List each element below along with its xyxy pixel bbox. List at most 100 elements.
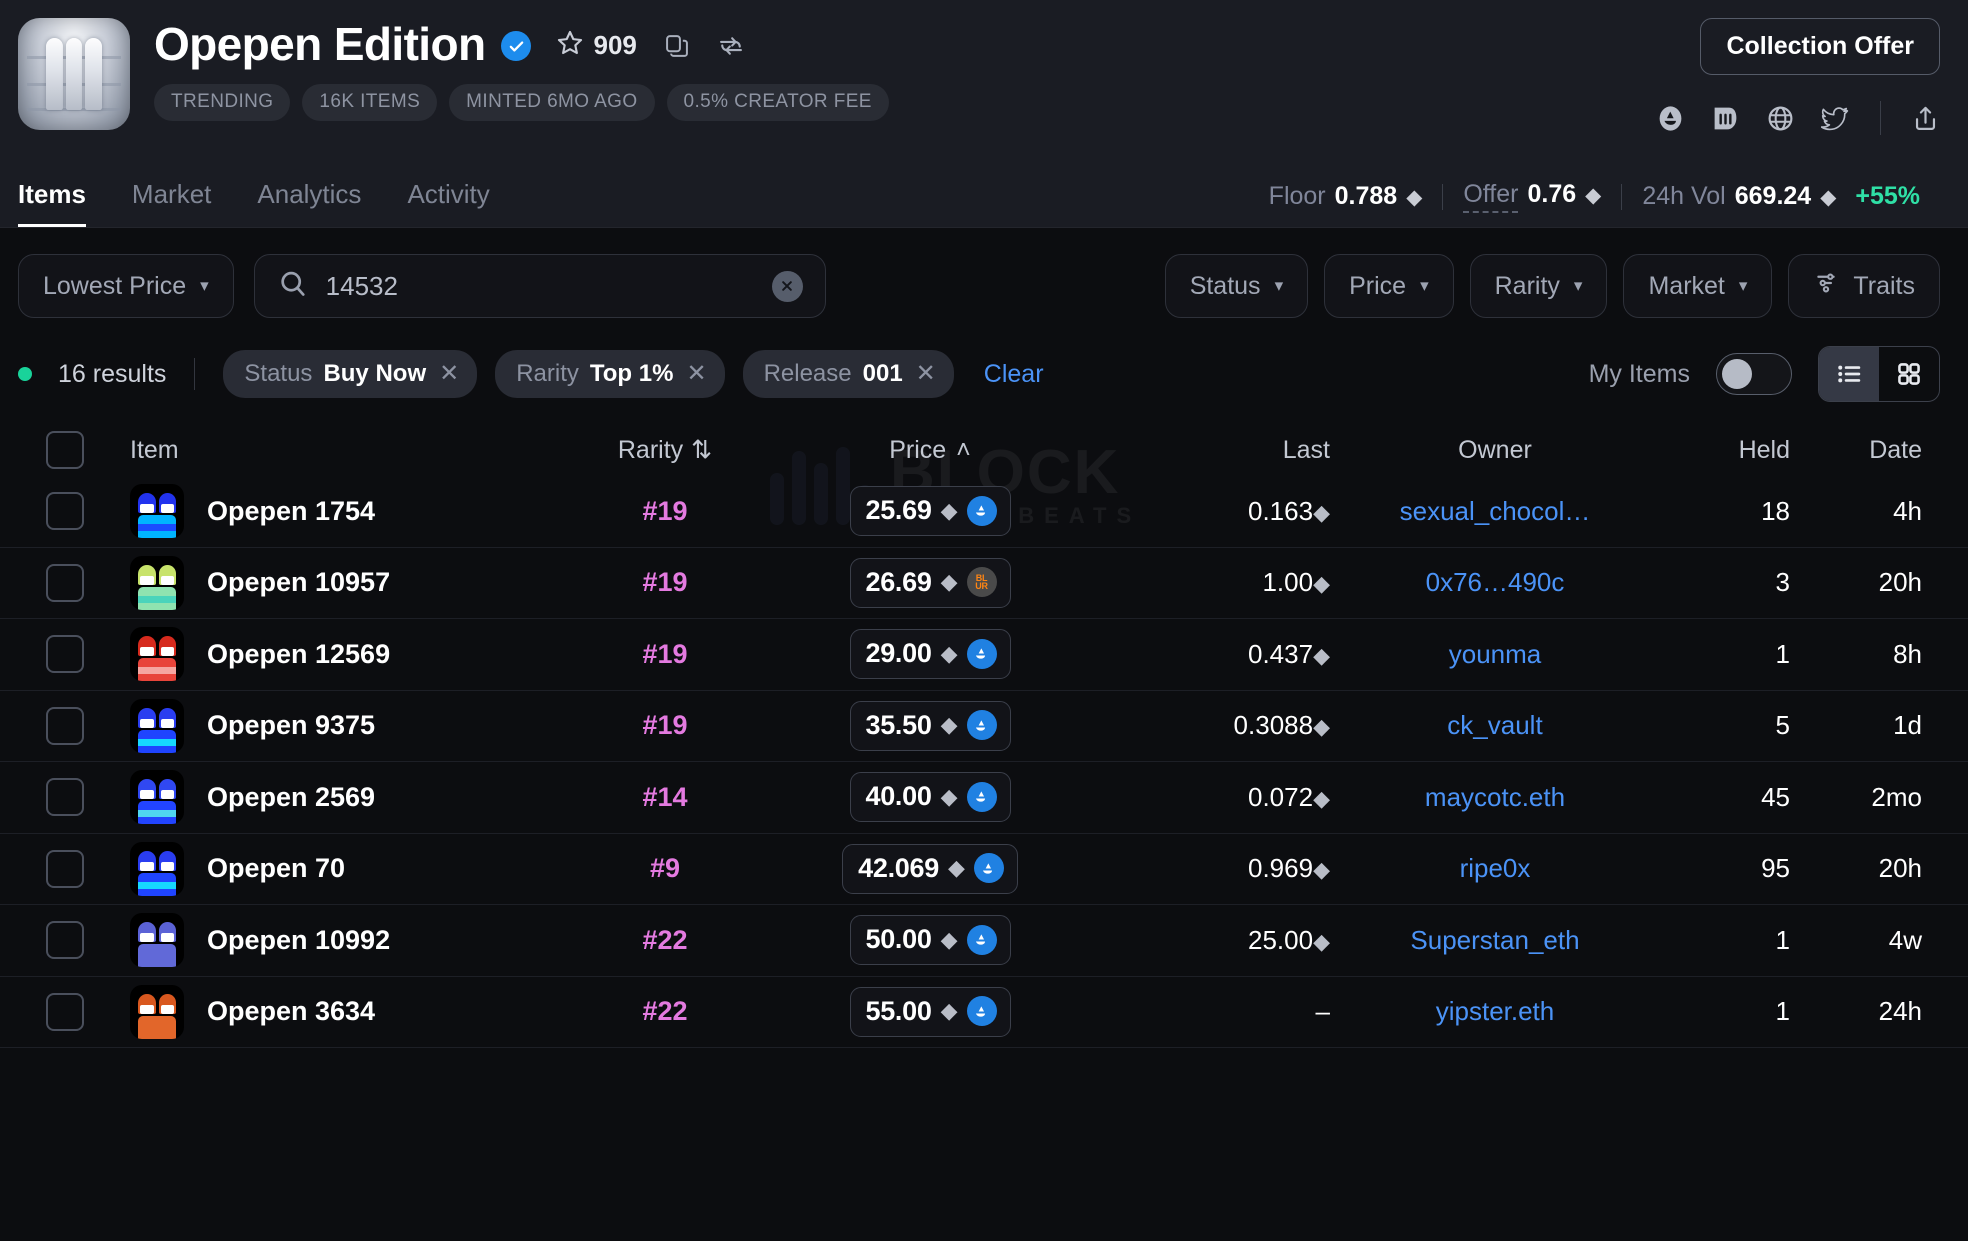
price-box[interactable]: 55.00 ◆ (849, 986, 1011, 1037)
grid-view-button[interactable] (1879, 347, 1939, 401)
price-cell[interactable]: 29.00 ◆ (780, 629, 1080, 680)
share-icon[interactable] (1911, 104, 1940, 133)
row-checkbox[interactable] (46, 921, 84, 960)
chip-status[interactable]: Status Buy Now ✕ (223, 350, 478, 398)
price-box[interactable]: 29.00 ◆ (849, 629, 1011, 680)
filter-rarity-dropdown[interactable]: Rarity ▾ (1469, 254, 1608, 318)
filter-status-dropdown[interactable]: Status ▾ (1164, 254, 1309, 318)
owner-cell[interactable]: younma (1330, 639, 1660, 670)
row-checkbox[interactable] (46, 563, 84, 602)
owner-cell[interactable]: sexual_chocol… (1330, 496, 1660, 527)
sort-dropdown[interactable]: Lowest Price ▾ (18, 254, 234, 318)
table-row[interactable]: Opepen 12569 #19 29.00 ◆ 0.437◆ younma 1… (0, 619, 1968, 691)
item-cell[interactable]: Opepen 3634 (130, 984, 550, 1039)
item-cell[interactable]: Opepen 12569 (130, 627, 550, 682)
price-box[interactable]: 50.00 ◆ (849, 915, 1011, 966)
price-cell[interactable]: 55.00 ◆ (780, 986, 1080, 1037)
tab-items[interactable]: Items (18, 179, 86, 227)
price-cell[interactable]: 40.00 ◆ (780, 772, 1080, 823)
search-box[interactable] (253, 254, 826, 318)
page-title: Opepen Edition (154, 18, 486, 70)
collection-stats: Floor 0.788 ◆ Offer 0.76 ◆ 24h Vol 669.2… (1249, 180, 1940, 227)
filter-market-dropdown[interactable]: Market ▾ (1623, 254, 1773, 318)
select-all-cell (0, 431, 130, 469)
row-checkbox[interactable] (46, 492, 84, 531)
stat-offer[interactable]: Offer 0.76 ◆ (1443, 180, 1621, 213)
opensea-icon[interactable] (1656, 104, 1685, 133)
item-cell[interactable]: Opepen 2569 (130, 770, 550, 825)
globe-icon[interactable] (1766, 104, 1795, 133)
price-box[interactable]: 40.00 ◆ (849, 772, 1011, 823)
price-value: 26.69 (865, 566, 932, 597)
column-header-held[interactable]: Held (1660, 436, 1790, 465)
tab-activity[interactable]: Activity (407, 179, 489, 227)
chip-status-value: Buy Now (323, 359, 427, 387)
item-name: Opepen 10992 (207, 924, 391, 955)
price-cell[interactable]: 50.00 ◆ (780, 915, 1080, 966)
price-box[interactable]: 26.69 ◆ BL UR (849, 557, 1011, 608)
price-cell[interactable]: 35.50 ◆ (780, 700, 1080, 751)
column-header-last[interactable]: Last (1080, 436, 1330, 465)
row-checkbox[interactable] (46, 992, 84, 1031)
owner-cell[interactable]: ck_vault (1330, 710, 1660, 741)
item-cell[interactable]: Opepen 9375 (130, 698, 550, 753)
copy-icon[interactable] (663, 32, 691, 60)
price-cell[interactable]: 26.69 ◆ BL UR (780, 557, 1080, 608)
traits-button[interactable]: Traits (1788, 254, 1940, 318)
owner-cell[interactable]: ripe0x (1330, 853, 1660, 884)
item-cell[interactable]: Opepen 10992 (130, 913, 550, 968)
close-icon[interactable]: ✕ (686, 359, 706, 388)
opensea-market-icon (966, 638, 997, 669)
table-row[interactable]: Opepen 1754 #19 25.69 ◆ 0.163◆ sexual_ch… (0, 476, 1968, 548)
list-view-button[interactable] (1819, 347, 1879, 401)
close-icon[interactable]: ✕ (916, 359, 936, 388)
table-row[interactable]: Opepen 2569 #14 40.00 ◆ 0.072◆ maycotc.e… (0, 762, 1968, 834)
row-checkbox[interactable] (46, 706, 84, 745)
row-checkbox[interactable] (46, 635, 84, 674)
rarity-cell: #19 (642, 567, 688, 598)
table-row[interactable]: Opepen 70 #9 42.069 ◆ 0.969◆ ripe0x 95 2… (0, 834, 1968, 905)
row-checkbox[interactable] (46, 849, 84, 888)
owner-cell[interactable]: yipster.eth (1330, 996, 1660, 1027)
chip-rarity-value: Top 1% (589, 359, 674, 387)
column-header-date[interactable]: Date (1790, 436, 1930, 465)
owner-cell[interactable]: 0x76…490c (1330, 567, 1660, 598)
price-box[interactable]: 42.069 ◆ (842, 843, 1018, 894)
my-items-toggle[interactable] (1716, 353, 1792, 395)
table-row[interactable]: Opepen 10957 #19 26.69 ◆ BL UR 1.00◆ 0x76… (0, 548, 1968, 619)
owner-cell[interactable]: Superstan_eth (1330, 925, 1660, 956)
tab-market[interactable]: Market (132, 179, 211, 227)
chip-release[interactable]: Release 001 ✕ (742, 350, 954, 398)
price-box[interactable]: 25.69 ◆ (849, 486, 1011, 537)
twitter-icon[interactable] (1821, 104, 1850, 133)
search-input[interactable] (325, 270, 754, 302)
price-box[interactable]: 35.50 ◆ (849, 700, 1011, 751)
blur-icon[interactable] (1711, 104, 1740, 133)
refresh-icon[interactable] (717, 32, 745, 60)
close-icon[interactable]: ✕ (439, 359, 459, 388)
collection-offer-button[interactable]: Collection Offer (1700, 18, 1940, 75)
clear-search-icon[interactable] (771, 270, 803, 302)
select-all-checkbox[interactable] (46, 431, 84, 469)
column-header-price[interactable]: Price ˄ (780, 436, 1080, 465)
chip-rarity[interactable]: Rarity Top 1% ✕ (495, 350, 725, 398)
table-row[interactable]: Opepen 10992 #22 50.00 ◆ 25.00◆ Supersta… (0, 905, 1968, 977)
filter-status-label: Status (1189, 271, 1261, 300)
row-checkbox[interactable] (46, 778, 84, 817)
price-cell[interactable]: 42.069 ◆ (780, 843, 1080, 894)
stat-volume-change: +55% (1855, 182, 1920, 210)
table-row[interactable]: Opepen 9375 #19 35.50 ◆ 0.3088◆ ck_vault… (0, 691, 1968, 762)
tab-analytics[interactable]: Analytics (257, 179, 361, 227)
item-cell[interactable]: Opepen 10957 (130, 555, 550, 610)
price-cell[interactable]: 25.69 ◆ (780, 486, 1080, 537)
item-cell[interactable]: Opepen 70 (130, 841, 550, 896)
table-row[interactable]: Opepen 3634 #22 55.00 ◆ – yipster.eth 1 … (0, 977, 1968, 1048)
filter-price-dropdown[interactable]: Price ▾ (1324, 254, 1454, 318)
favorite-button[interactable]: 909 (555, 28, 637, 63)
column-header-owner[interactable]: Owner (1330, 436, 1660, 465)
owner-cell[interactable]: maycotc.eth (1330, 782, 1660, 813)
column-header-item[interactable]: Item (130, 436, 550, 465)
item-cell[interactable]: Opepen 1754 (130, 484, 550, 539)
column-header-rarity[interactable]: Rarity ⇅ (550, 435, 780, 465)
clear-filters-link[interactable]: Clear (984, 360, 1044, 389)
